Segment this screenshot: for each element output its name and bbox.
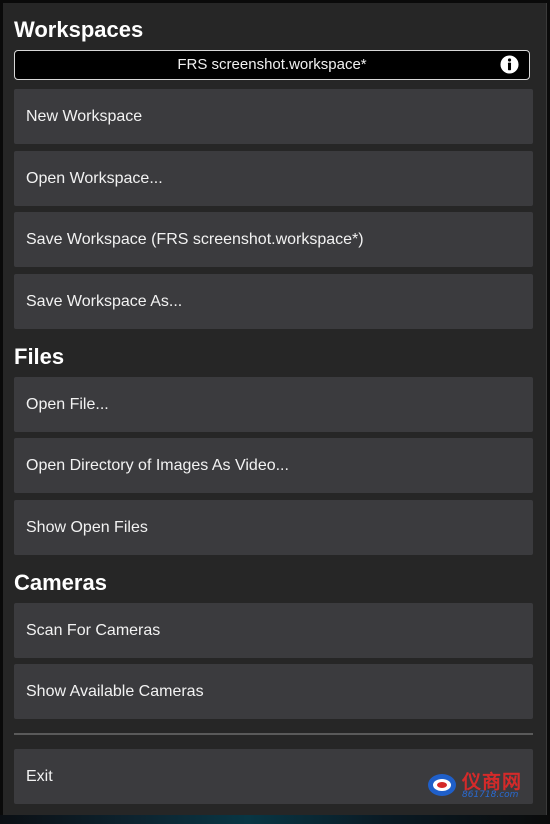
info-icon[interactable]: [500, 55, 519, 74]
show-open-files-button[interactable]: Show Open Files: [14, 500, 533, 555]
current-workspace-name: FRS screenshot.workspace*: [177, 56, 367, 73]
file-menu-panel: Workspaces FRS screenshot.workspace* New…: [3, 3, 547, 815]
cameras-heading: Cameras: [14, 570, 107, 595]
save-workspace-as-button[interactable]: Save Workspace As...: [14, 274, 533, 329]
scan-for-cameras-button[interactable]: Scan For Cameras: [14, 603, 533, 658]
files-heading: Files: [14, 344, 65, 369]
workspaces-heading: Workspaces: [14, 17, 144, 42]
show-available-cameras-button[interactable]: Show Available Cameras: [14, 664, 533, 719]
save-workspace-button[interactable]: Save Workspace (FRS screenshot.workspace…: [14, 212, 533, 267]
current-workspace-field: FRS screenshot.workspace*: [14, 50, 530, 80]
background-strip: [0, 815, 550, 824]
watermark-site: 861718.com: [462, 790, 519, 800]
new-workspace-button[interactable]: New Workspace: [14, 89, 533, 144]
site-watermark: 仪商网 861718.com: [426, 767, 536, 803]
menu-divider: [14, 733, 533, 735]
open-workspace-button[interactable]: Open Workspace...: [14, 151, 533, 206]
open-file-button[interactable]: Open File...: [14, 377, 533, 432]
open-directory-as-video-button[interactable]: Open Directory of Images As Video...: [14, 438, 533, 493]
watermark-logo-icon: [428, 774, 456, 796]
